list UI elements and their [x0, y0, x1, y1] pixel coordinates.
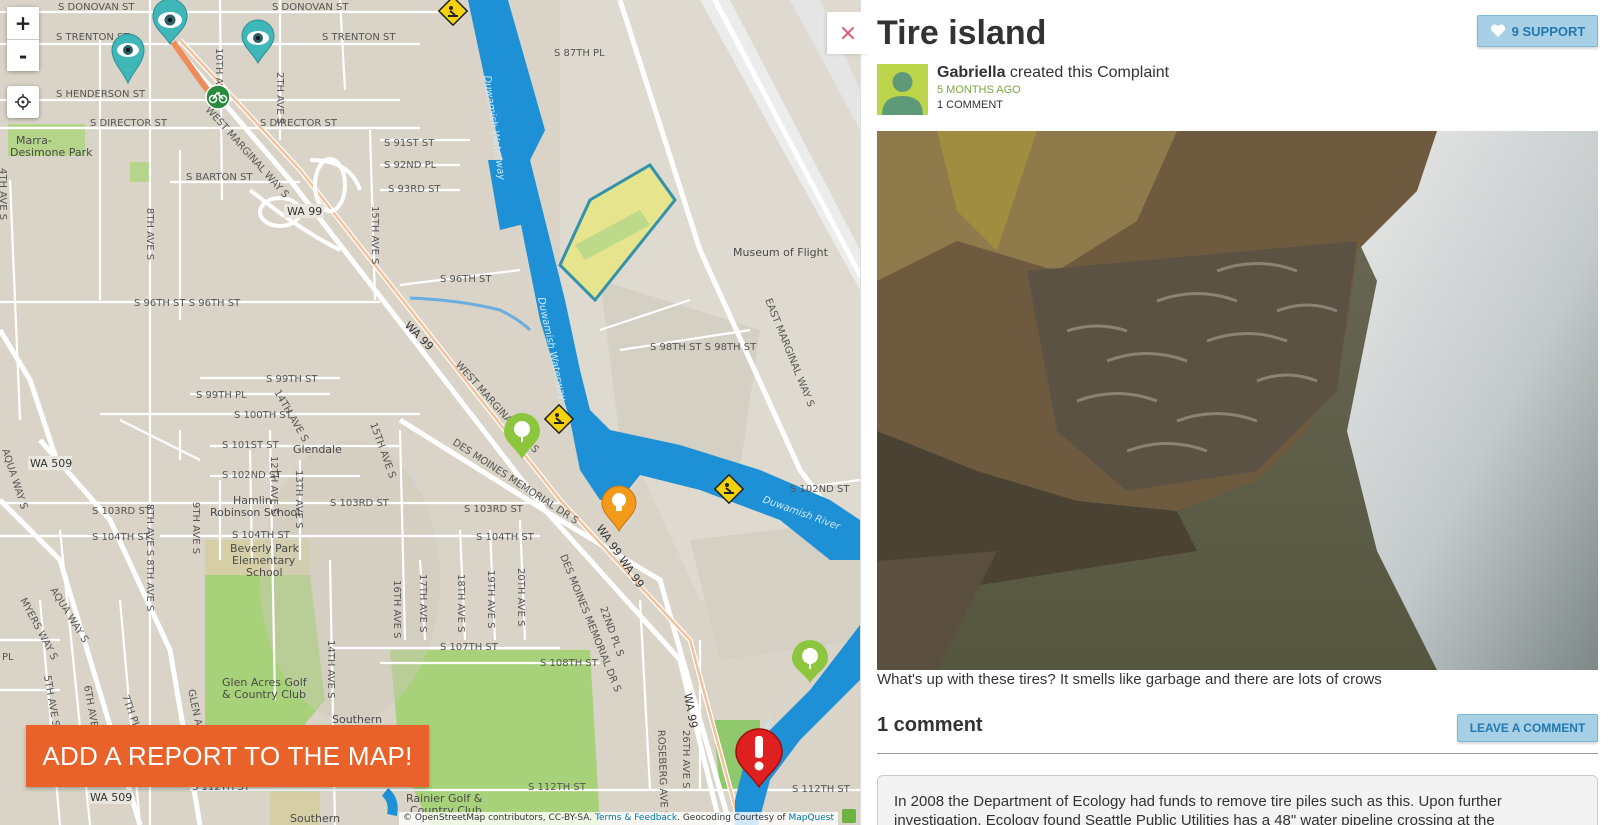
close-button[interactable]: ×	[827, 12, 869, 54]
street-label: S BARTON ST	[186, 172, 253, 183]
street-label: S DONOVAN ST	[272, 2, 349, 13]
bike-marker-icon[interactable]	[205, 84, 231, 110]
street-label: S 104TH ST	[476, 532, 535, 543]
tree-marker-icon[interactable]	[502, 412, 542, 460]
mapquest-logo-icon	[842, 809, 856, 823]
terms-link[interactable]: Terms & Feedback	[595, 813, 677, 823]
street-label: 9TH AVE S	[190, 502, 201, 554]
street-label: S 92ND PL	[384, 160, 437, 171]
street-label: S 98TH ST S 98TH ST	[650, 342, 757, 353]
place-label: Southern	[290, 812, 340, 825]
street-label: 18TH AVE S	[455, 574, 466, 632]
street-label: S 87TH PL	[554, 48, 605, 59]
eye-marker-icon[interactable]	[110, 32, 146, 84]
author-action: created this Complaint	[1005, 64, 1170, 81]
mapquest-link[interactable]: MapQuest	[788, 813, 834, 823]
report-detail-panel: Tire island 9 SUPPORT Gabriella created …	[860, 0, 1611, 825]
locate-button[interactable]	[7, 86, 39, 118]
street-label: S 99TH ST	[266, 374, 318, 385]
street-label: PL	[2, 652, 14, 663]
map-attribution: © OpenStreetMap contributors, CC-BY-SA. …	[398, 812, 838, 825]
route-label: WA 509	[30, 457, 72, 470]
lightbulb-marker-icon[interactable]	[600, 484, 638, 532]
place-label: Robinson School	[210, 506, 300, 519]
report-caption: What's up with these tires? It smells li…	[877, 671, 1382, 688]
street-label: S 112TH ST	[792, 784, 851, 795]
street-label: 16TH AVE S	[391, 580, 402, 638]
street-label: S 104TH ST	[92, 532, 151, 543]
street-label: 19TH AVE S	[485, 570, 496, 628]
street-label: 8TH AVE S	[144, 208, 155, 260]
street-label: S 104TH ST	[232, 530, 291, 541]
street-label: 2TH AVE S	[274, 72, 285, 124]
place-label: Museum of Flight	[733, 246, 829, 259]
add-report-button[interactable]: ADD A REPORT TO THE MAP!	[26, 725, 429, 787]
comments-heading: 1 comment	[877, 714, 983, 736]
heart-icon	[1490, 24, 1505, 37]
comment-text: In 2008 the Department of Ecology had fu…	[894, 793, 1502, 825]
street-label: 20TH AVE S	[515, 568, 526, 626]
street-label: S 96TH ST	[440, 274, 492, 285]
street-label: S 96TH ST S 96TH ST	[134, 298, 241, 309]
divider	[877, 753, 1598, 754]
eye-marker-icon[interactable]	[240, 18, 276, 64]
crosshair-icon	[15, 94, 31, 110]
place-label: & Country Club	[222, 688, 306, 701]
street-label: 14TH AVE S	[325, 640, 336, 698]
street-label: S 108TH ST	[540, 658, 599, 669]
report-photo[interactable]	[877, 131, 1598, 670]
place-label: Glendale	[293, 443, 342, 456]
map[interactable]: S DONOVAN ST S DONOVAN ST S TRENTON ST S…	[0, 0, 860, 825]
street-label: S 112TH ST	[528, 782, 587, 793]
avatar[interactable]	[877, 64, 928, 115]
street-label: S DIRECTOR ST	[90, 118, 168, 129]
photo-image	[877, 131, 1598, 670]
support-label: 9 SUPPORT	[1511, 23, 1586, 39]
eye-marker-icon[interactable]	[150, 0, 190, 46]
leave-comment-button[interactable]: LEAVE A COMMENT	[1457, 714, 1598, 742]
street-label: S 91ST ST	[384, 138, 435, 149]
street-label: S DIRECTOR ST	[260, 118, 338, 129]
street-label: S 103RD ST	[330, 498, 390, 509]
street-label: 17TH AVE S	[417, 574, 428, 632]
author-name[interactable]: Gabriella	[937, 64, 1005, 81]
map-tiles: S DONOVAN ST S DONOVAN ST S TRENTON ST S…	[0, 0, 860, 825]
zoom-control: + -	[7, 7, 39, 71]
tree-marker-icon[interactable]	[790, 640, 830, 684]
street-label: S 103RD ST	[464, 504, 524, 515]
attribution-text: . Geocoding Courtesy of	[677, 813, 789, 823]
support-button[interactable]: 9 SUPPORT	[1477, 15, 1598, 47]
street-label: S 99TH PL	[196, 390, 247, 401]
street-label: S 93RD ST	[388, 184, 441, 195]
place-label: School	[246, 566, 283, 579]
construction-marker-icon[interactable]	[438, 0, 468, 26]
street-label: S 103RD ST	[92, 506, 152, 517]
street-label: 13TH AVE S	[293, 470, 304, 528]
zoom-out-button[interactable]: -	[7, 39, 39, 71]
zoom-in-button[interactable]: +	[7, 7, 39, 39]
street-label: S 107TH ST	[440, 642, 499, 653]
street-label: S HENDERSON ST	[56, 89, 146, 100]
construction-marker-icon[interactable]	[544, 404, 574, 434]
route-label: WA 99	[287, 205, 322, 218]
user-avatar-icon	[882, 72, 923, 115]
place-label: Desimone Park	[10, 146, 93, 159]
report-title: Tire island	[877, 14, 1047, 52]
street-label: 4TH AVE S	[0, 168, 8, 220]
attribution-text: © OpenStreetMap contributors, CC-BY-SA.	[402, 813, 595, 823]
comment-count[interactable]: 1 COMMENT	[937, 99, 1003, 111]
street-label: 15TH AVE S	[369, 206, 380, 264]
street-label: S TRENTON ST	[322, 32, 396, 43]
author-line: Gabriella created this Complaint	[937, 64, 1169, 82]
route-label: WA 509	[90, 791, 132, 804]
street-label: S 102ND ST	[790, 484, 850, 495]
construction-marker-icon[interactable]	[714, 474, 744, 504]
timestamp: 5 MONTHS AGO	[937, 84, 1021, 96]
street-label: S 101ST ST	[222, 440, 280, 451]
alert-marker-icon[interactable]	[734, 728, 784, 788]
street-label: 8TH AVE S 8TH AVE S	[144, 504, 155, 611]
street-label: S DONOVAN ST	[58, 2, 135, 13]
street-label: 26TH AVE S	[680, 730, 691, 788]
comment-item: In 2008 the Department of Ecology had fu…	[877, 775, 1598, 825]
